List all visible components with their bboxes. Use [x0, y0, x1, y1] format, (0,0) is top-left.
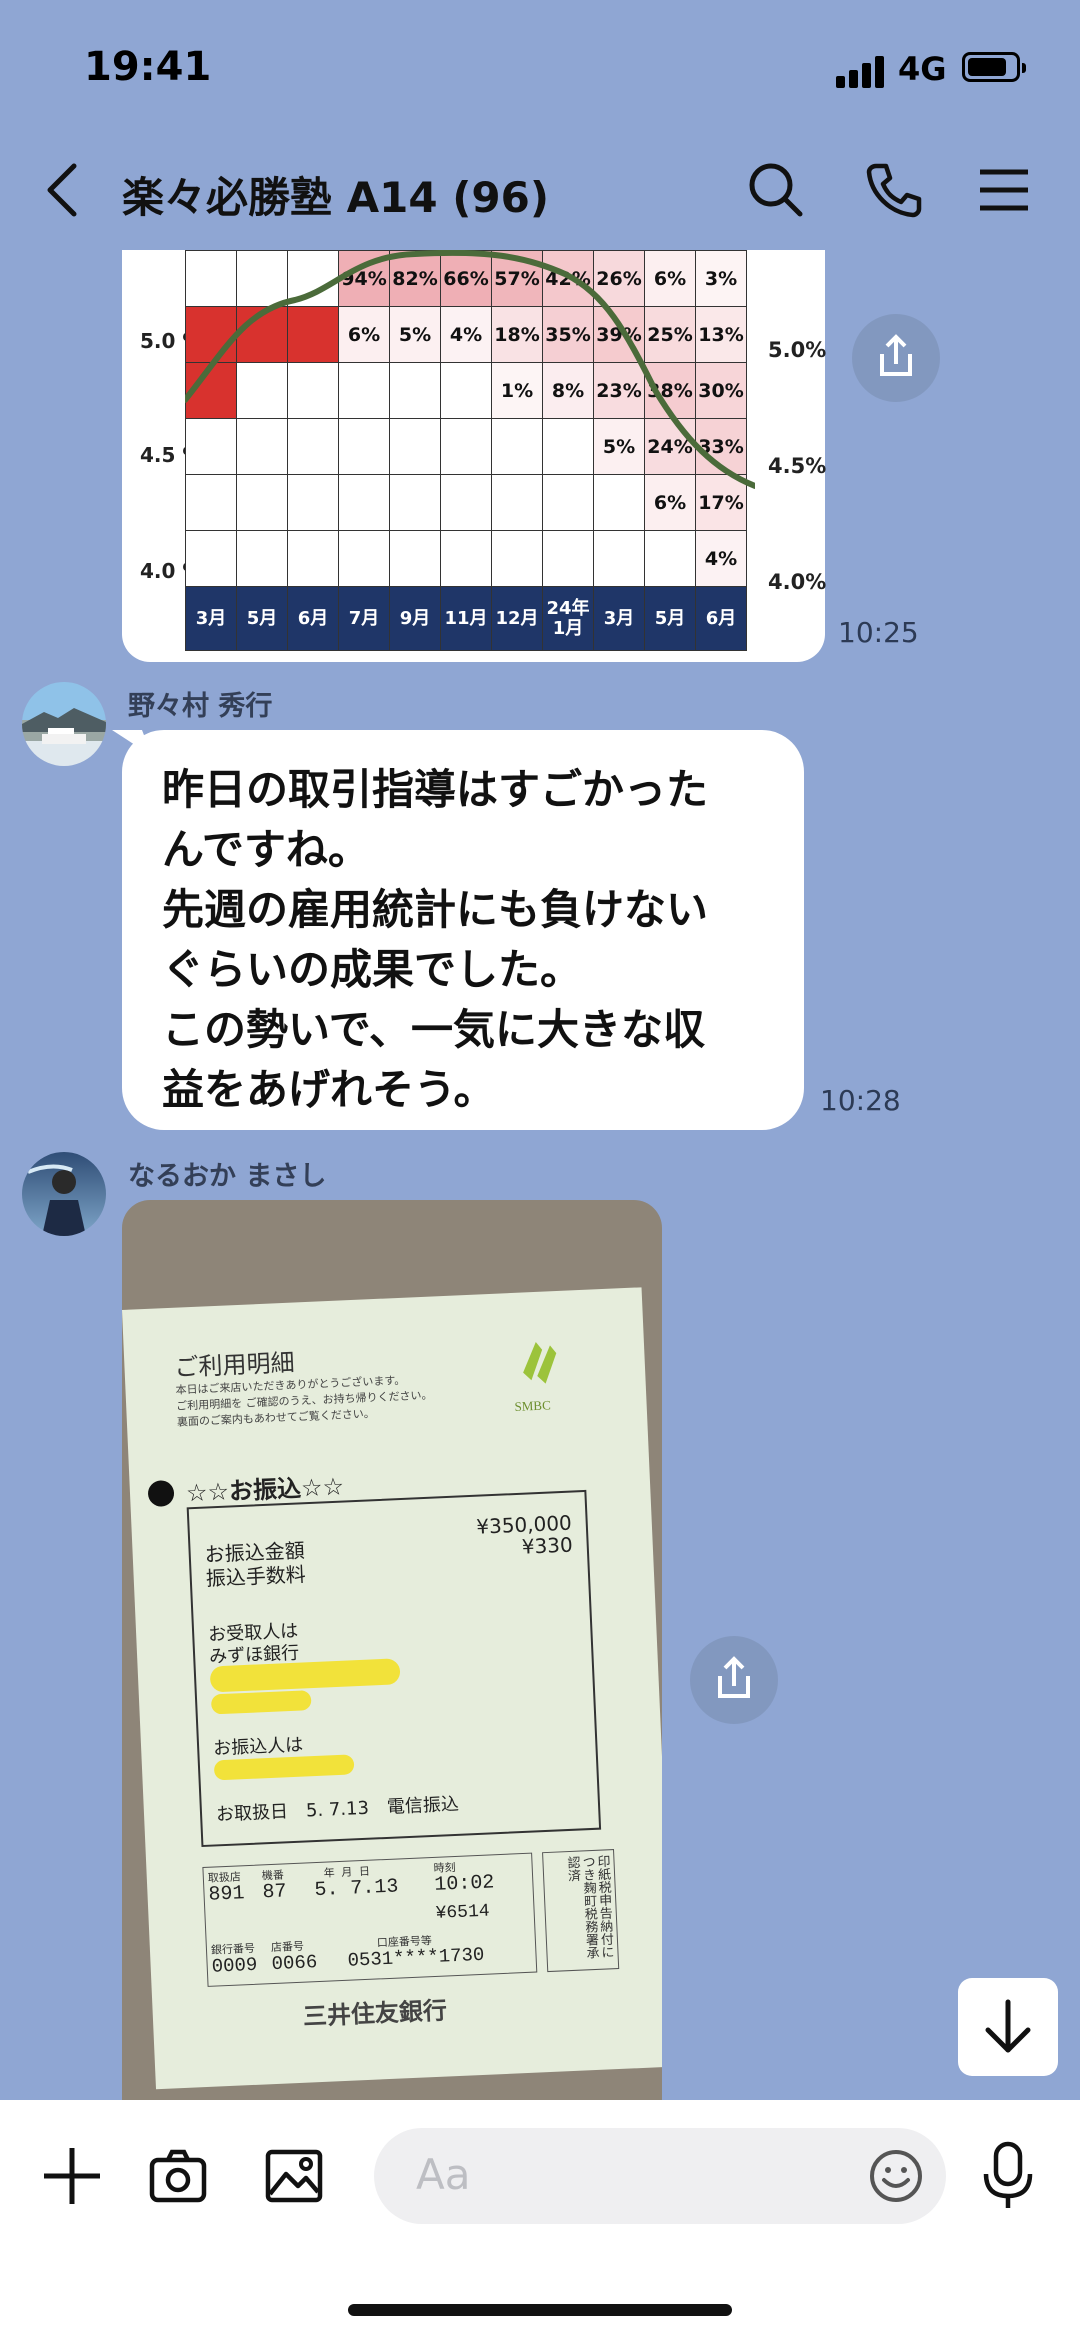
network-label: 4G — [898, 50, 947, 88]
microphone-icon[interactable] — [976, 2140, 1040, 2212]
message-line: ぐらいの成果でした。 — [162, 945, 583, 994]
tax-stamp: 印紙税申告納付につき麹町税務署承認済 — [542, 1849, 620, 1973]
chat-title: 楽々必勝塾 A14 (96) — [122, 173, 550, 222]
rate-path-line — [185, 250, 755, 489]
phone-icon[interactable] — [862, 158, 926, 222]
table-value: 0009 — [211, 1953, 258, 1978]
message-input-placeholder: Aa — [416, 2150, 471, 2199]
avatar-image — [27, 1164, 86, 1236]
share-button[interactable] — [690, 1636, 778, 1724]
receipt-paper: ご利用明細 本日はご来店いただきありがとうございます。 ご利用明細を ご確認のう… — [122, 1287, 662, 2090]
back-icon[interactable] — [40, 160, 84, 220]
sender-name: 野々村 秀行 — [128, 691, 273, 722]
table-value: 5. 7.13 — [314, 1875, 399, 1903]
emoji-icon[interactable] — [868, 2148, 924, 2204]
scroll-to-bottom-button[interactable] — [958, 1978, 1058, 2076]
composer-bar: Aa — [0, 2100, 1080, 2337]
right-label-4.5: 4.5% — [768, 454, 827, 478]
message-time: 10:25 — [838, 616, 919, 649]
camera-icon[interactable] — [146, 2144, 210, 2208]
menu-icon[interactable] — [972, 158, 1036, 222]
rate-path — [185, 250, 755, 489]
redaction-mark — [210, 1690, 312, 1715]
smbc-label: SMBC — [514, 1397, 552, 1414]
table-value: 87 — [262, 1880, 288, 1905]
receipt-hole — [147, 1479, 175, 1508]
receipt-photo[interactable]: ご利用明細 本日はご来店いただきありがとうございます。 ご利用明細を ご確認のう… — [122, 1200, 662, 2100]
message-text: 昨日の取引指導はすごかった んですね。 先週の雇用統計にも負けない ぐらいの成果… — [162, 760, 802, 1120]
status-time: 19:41 — [84, 44, 212, 90]
right-label-4.0: 4.0% — [768, 570, 827, 594]
table-value: 0066 — [271, 1951, 318, 1976]
bubble-tail — [112, 730, 152, 756]
receipt-box: お振込金額 振込手数料 ¥350,000 ¥330 お受取人は みずほ銀行 お振… — [186, 1489, 602, 1848]
fee-value: ¥330 — [521, 1532, 574, 1559]
plus-icon[interactable] — [40, 2144, 104, 2208]
table-value: 891 — [208, 1882, 246, 1907]
date-line: お取扱日 5. 7.13 電信振込 — [215, 1793, 460, 1826]
chat-header: 楽々必勝塾 A14 (96) — [0, 140, 1080, 250]
avatar[interactable] — [22, 1152, 106, 1236]
search-icon[interactable] — [744, 158, 808, 222]
message-line: 益をあげれそう。 — [162, 1065, 496, 1114]
status-bar: 19:41 4G — [0, 0, 1080, 140]
smbc-logo-icon — [523, 1341, 557, 1384]
share-icon — [718, 1656, 750, 1698]
home-indicator — [348, 2304, 732, 2316]
message-input[interactable]: Aa — [374, 2128, 946, 2224]
sender-label: お振込人は — [212, 1734, 304, 1760]
fee-label: 振込手数料 — [205, 1562, 307, 1591]
serial-number: ¥6514 — [435, 1901, 491, 1924]
share-icon — [880, 334, 912, 376]
message-line: 先週の雇用統計にも負けない — [162, 885, 709, 934]
table-value: 0531****1730 — [347, 1943, 485, 1972]
right-label-5.0: 5.0% — [768, 338, 827, 362]
message-line: この勢いで、一気に大きな収 — [162, 1005, 706, 1054]
sender-name: なるおか まさし — [128, 1161, 327, 1192]
arrow-down-icon — [985, 1999, 1031, 2053]
share-button[interactable] — [852, 314, 940, 402]
battery-icon — [962, 52, 1026, 82]
message-line: 昨日の取引指導はすごかった — [162, 765, 709, 814]
message-time: 10:28 — [820, 1084, 901, 1117]
bank-name: 三井住友銀行 — [302, 1996, 448, 2031]
avatar[interactable] — [22, 682, 106, 766]
table-value: 10:02 — [433, 1871, 495, 1897]
image-icon[interactable] — [262, 2144, 326, 2208]
receipt-table: 取扱店 機番 年 月 日 時刻 891 87 5. 7.13 10:02 ¥65… — [202, 1852, 538, 1987]
signal-icon — [836, 54, 888, 88]
avatar-image — [22, 708, 106, 744]
message-line: んですね。 — [162, 825, 370, 874]
